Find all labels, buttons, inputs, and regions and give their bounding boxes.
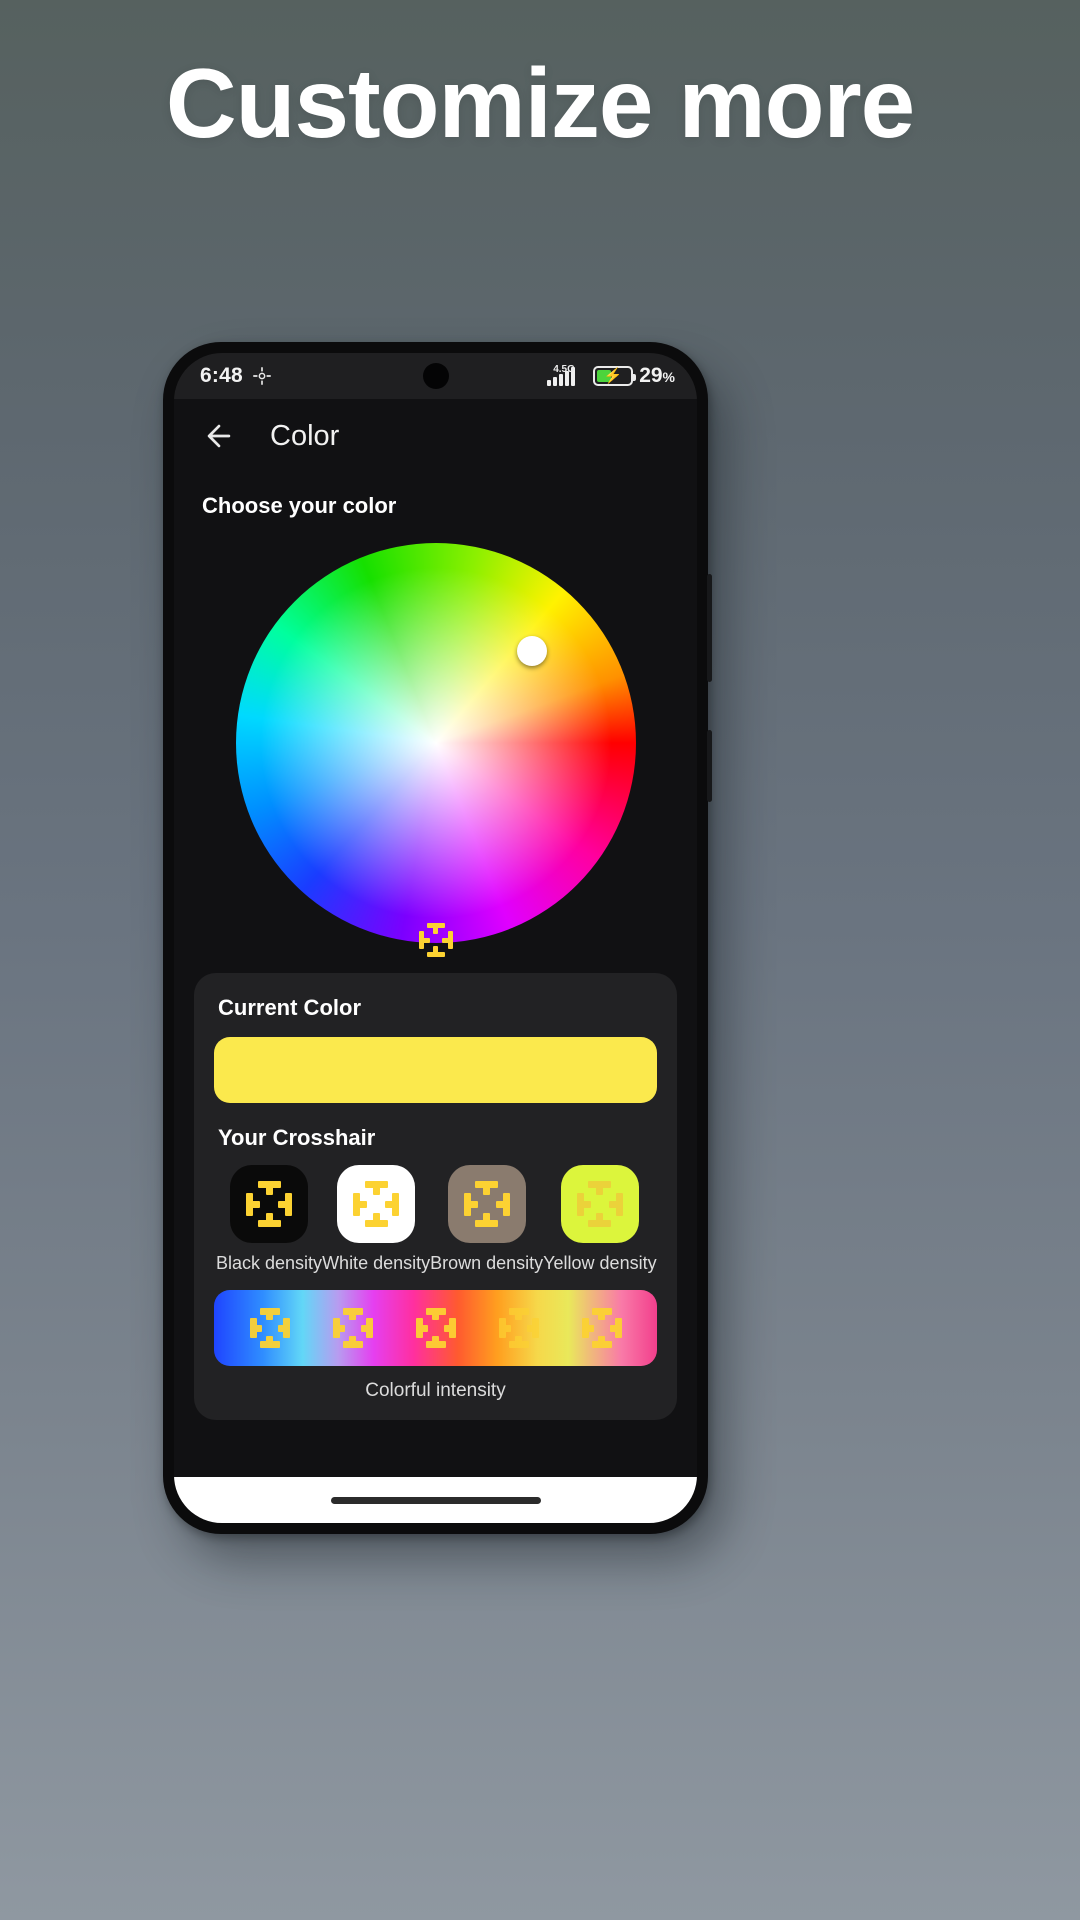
crosshair-tile-white	[337, 1165, 416, 1243]
intensity-marker[interactable]	[498, 1308, 539, 1348]
crosshair-tile-black	[230, 1165, 309, 1243]
settings-card: Current Color Your Crosshair Black densi…	[194, 973, 677, 1420]
charging-bolt-icon: ⚡	[603, 367, 623, 385]
battery-percent-label: 29%	[639, 364, 675, 387]
crosshair-options-list: Black density White density Brown densit…	[214, 1165, 657, 1274]
choose-your-color-label: Choose your color	[202, 493, 397, 518]
app-header: Color	[174, 399, 697, 473]
intensity-marker[interactable]	[332, 1308, 373, 1348]
colorful-intensity-caption: Colorful intensity	[365, 1380, 506, 1401]
intensity-marker[interactable]	[581, 1308, 622, 1348]
crosshair-option-white[interactable]: White density	[322, 1165, 430, 1274]
status-bar: 6:48 4.5G ⚡ 29%	[174, 353, 697, 399]
home-indicator[interactable]	[330, 1496, 541, 1504]
back-button[interactable]	[202, 419, 236, 453]
crosshair-caption-brown: Brown density	[430, 1253, 544, 1273]
front-camera-punch-hole	[422, 363, 449, 389]
current-color-swatch[interactable]	[214, 1037, 657, 1103]
crosshair-option-black[interactable]: Black density	[216, 1165, 322, 1274]
phone-frame: 6:48 4.5G ⚡ 29% Color Choose your color …	[163, 342, 712, 1534]
promo-headline: Customize more	[165, 48, 915, 158]
network-type-label: 4.5G	[553, 363, 575, 375]
crosshair-tile-yellow	[560, 1165, 639, 1243]
cellular-signal-icon: 4.5G	[547, 363, 587, 386]
crosshair-caption-yellow: Yellow density	[543, 1253, 657, 1273]
status-bar-left: 6:48	[200, 364, 272, 388]
current-color-label: Current Color	[218, 995, 361, 1020]
color-wheel[interactable]	[235, 543, 636, 957]
volume-button[interactable]	[707, 574, 712, 682]
crosshair-option-yellow[interactable]: Yellow density	[543, 1165, 657, 1274]
app-body: Choose your color Current Color Your Cro…	[174, 473, 697, 1477]
arrow-left-icon	[207, 424, 231, 448]
wheel-crosshair-preview	[418, 923, 453, 957]
battery-icon: ⚡	[593, 366, 637, 386]
colorful-intensity-bar[interactable]	[214, 1290, 657, 1366]
intensity-marker[interactable]	[249, 1308, 290, 1348]
crosshair-caption-white: White density	[322, 1253, 431, 1273]
page-title: Color	[270, 419, 340, 452]
crosshair-option-brown[interactable]: Brown density	[430, 1165, 543, 1274]
crosshair-icon	[253, 367, 271, 385]
phone-screen: 6:48 4.5G ⚡ 29% Color Choose your color …	[174, 353, 697, 1523]
system-navigation-bar	[174, 1477, 697, 1523]
color-wheel-handle[interactable]	[516, 636, 547, 666]
your-crosshair-label: Your Crosshair	[218, 1125, 376, 1150]
color-wheel-area	[194, 519, 677, 967]
intensity-marker[interactable]	[415, 1308, 456, 1348]
power-button[interactable]	[707, 730, 712, 802]
status-time: 6:48	[200, 364, 243, 387]
crosshair-caption-black: Black density	[216, 1253, 323, 1273]
crosshair-tile-brown	[447, 1165, 526, 1243]
status-bar-right: 4.5G ⚡ 29%	[547, 364, 675, 388]
